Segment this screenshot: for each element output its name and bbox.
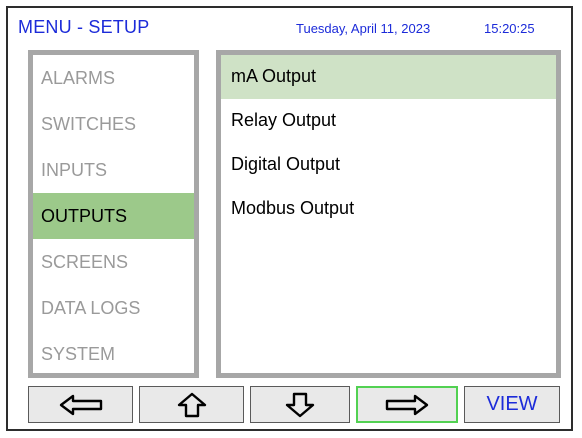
menu-item-system[interactable]: SYSTEM xyxy=(33,331,194,373)
menu-item-screens[interactable]: SCREENS xyxy=(33,239,194,285)
submenu-item-modbus-output[interactable]: Modbus Output xyxy=(221,187,556,231)
view-button-label: VIEW xyxy=(486,393,538,415)
submenu-item-ma-output[interactable]: mA Output xyxy=(221,55,556,99)
back-button[interactable] xyxy=(28,386,133,423)
arrow-up-icon xyxy=(177,392,206,417)
submenu-item-relay-output[interactable]: Relay Output xyxy=(221,99,556,143)
submenu-item-digital-output[interactable]: Digital Output xyxy=(221,143,556,187)
setup-menu-list: ALARMS SWITCHES INPUTS OUTPUTS SCREENS D… xyxy=(28,50,199,378)
setup-screen: MENU - SETUP Tuesday, April 11, 2023 15:… xyxy=(6,6,573,431)
menu-item-switches[interactable]: SWITCHES xyxy=(33,101,194,147)
time-display: 15:20:25 xyxy=(484,21,535,36)
date-display: Tuesday, April 11, 2023 xyxy=(296,21,431,36)
menu-item-alarms[interactable]: ALARMS xyxy=(33,55,194,101)
header-bar: MENU - SETUP Tuesday, April 11, 2023 15:… xyxy=(14,12,565,44)
up-button[interactable] xyxy=(139,386,244,423)
page-title: MENU - SETUP xyxy=(18,17,150,37)
arrow-down-icon xyxy=(285,392,315,417)
down-button[interactable] xyxy=(250,386,350,423)
outputs-submenu-list: mA Output Relay Output Digital Output Mo… xyxy=(216,50,561,378)
arrow-left-icon xyxy=(59,394,102,415)
enter-button[interactable] xyxy=(356,386,458,423)
menu-item-data-logs[interactable]: DATA LOGS xyxy=(33,285,194,331)
menu-item-inputs[interactable]: INPUTS xyxy=(33,147,194,193)
menu-item-outputs[interactable]: OUTPUTS xyxy=(33,193,194,239)
arrow-right-icon xyxy=(385,394,429,415)
view-button[interactable]: VIEW xyxy=(464,386,560,423)
